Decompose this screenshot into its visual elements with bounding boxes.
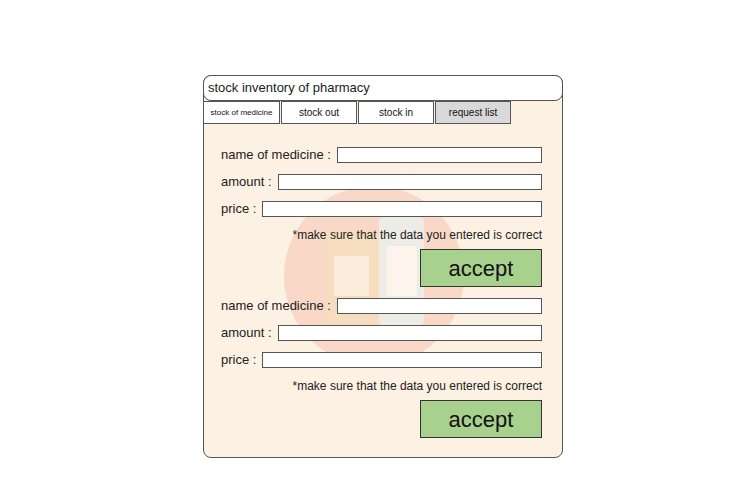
field-input[interactable] — [337, 147, 542, 163]
field-label: price : — [221, 350, 256, 370]
field-label: price : — [221, 199, 256, 219]
field-row: price : — [221, 346, 542, 373]
field-input[interactable] — [337, 298, 542, 314]
tab[interactable]: stock out — [281, 101, 357, 124]
tab[interactable]: stock in — [358, 101, 434, 124]
stock-form: name of medicine : amount : price : *make s… — [221, 141, 542, 287]
accept-button[interactable]: accept — [420, 249, 542, 287]
title-bar: stock inventory of pharmacy — [203, 75, 563, 101]
warning-note: *make sure that the data you entered is … — [221, 226, 542, 244]
accept-button[interactable]: accept — [420, 400, 542, 438]
field-label: amount : — [221, 323, 272, 343]
stock-form: name of medicine : amount : price : *make s… — [221, 292, 542, 438]
window-title: stock inventory of pharmacy — [208, 78, 370, 98]
field-label: name of medicine : — [221, 145, 331, 165]
field-label: name of medicine : — [221, 296, 331, 316]
tab[interactable]: stock of medicine — [203, 101, 280, 124]
field-row: name of medicine : — [221, 141, 542, 168]
field-input[interactable] — [278, 174, 542, 190]
field-input[interactable] — [278, 325, 542, 341]
field-row: name of medicine : — [221, 292, 542, 319]
field-row: amount : — [221, 319, 542, 346]
field-row: amount : — [221, 168, 542, 195]
field-row: price : — [221, 195, 542, 222]
field-input[interactable] — [262, 201, 542, 217]
field-label: amount : — [221, 172, 272, 192]
field-input[interactable] — [262, 352, 542, 368]
tab[interactable]: request list — [435, 101, 511, 124]
pharmacy-window: stock inventory of pharmacy stock of medi… — [203, 75, 563, 458]
warning-note: *make sure that the data you entered is … — [221, 377, 542, 395]
tab-bar: stock of medicinestock outstock inreques… — [203, 101, 562, 124]
